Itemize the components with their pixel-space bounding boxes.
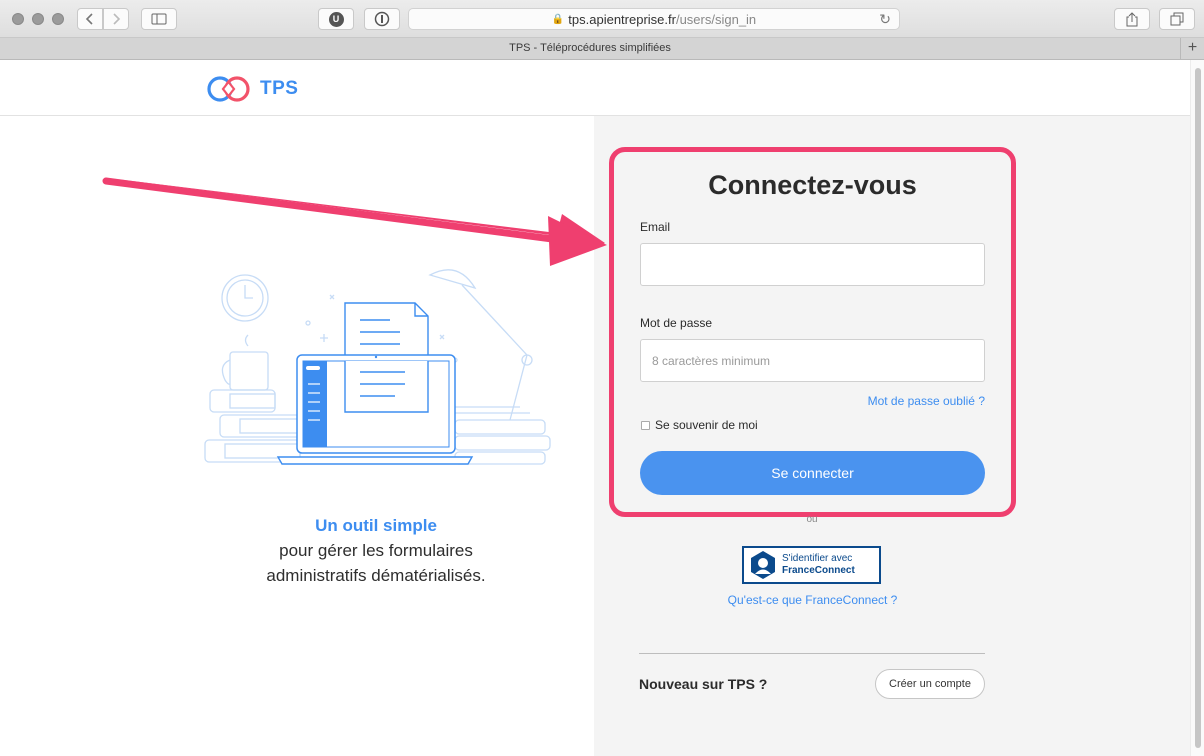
intro-tagline: Un outil simple pour gérer les formulair… — [176, 513, 576, 588]
new-tab-button[interactable]: + — [1180, 38, 1204, 60]
tabs-icon — [1170, 12, 1184, 26]
franceconnect-text: S'identifier avec FranceConnect — [782, 553, 855, 577]
address-bar[interactable]: 🔒 tps.apientreprise.fr/users/sign_in ↻ — [408, 8, 900, 30]
back-button[interactable] — [77, 8, 103, 30]
tabs-overview-button[interactable] — [1159, 8, 1195, 30]
remember-me-checkbox[interactable] — [641, 420, 650, 430]
close-window-button[interactable] — [12, 13, 24, 25]
zoom-window-button[interactable] — [52, 13, 64, 25]
sidebar-toggle-button[interactable] — [141, 8, 177, 30]
new-user-prompt: Nouveau sur TPS ? — [639, 676, 768, 692]
franceconnect-line2: FranceConnect — [782, 565, 855, 576]
logo-text: TPS — [260, 78, 299, 99]
url-path: /users/sign_in — [675, 11, 757, 27]
page-scrollbar[interactable] — [1190, 60, 1204, 756]
share-icon — [1126, 11, 1138, 26]
tab-bar: TPS - Téléprocédures simplifiées + — [0, 38, 1204, 60]
divider — [639, 653, 985, 654]
extension-button[interactable]: U — [318, 8, 354, 30]
password-manager-icon — [374, 11, 390, 27]
forgot-password-link[interactable]: Mot de passe oublié ? — [868, 394, 985, 408]
email-field[interactable] — [640, 243, 985, 286]
password-label: Mot de passe — [640, 316, 713, 330]
tagline-line2: pour gérer les formulaires — [279, 541, 473, 560]
sign-in-button[interactable]: Se connecter — [640, 451, 985, 495]
remember-me[interactable]: Se souvenir de moi — [641, 418, 758, 432]
tagline-accent: Un outil simple — [315, 516, 437, 535]
tps-logo[interactable]: TPS — [206, 74, 298, 104]
site-header: TPS — [0, 60, 1190, 116]
tagline-line3: administratifs dématérialisés. — [266, 566, 486, 585]
reload-icon[interactable]: ↻ — [879, 11, 891, 28]
create-account-button[interactable]: Créer un compte — [875, 669, 985, 699]
tps-logo-icon — [207, 76, 250, 102]
desk-illustration — [204, 269, 551, 465]
minimize-window-button[interactable] — [32, 13, 44, 25]
forward-button[interactable] — [103, 8, 129, 30]
franceconnect-info-link[interactable]: Qu'est-ce que FranceConnect ? — [700, 593, 925, 607]
tab-active[interactable]: TPS - Téléprocédures simplifiées — [0, 42, 1180, 54]
chevron-right-icon — [113, 13, 121, 25]
illustration — [200, 260, 560, 480]
lock-icon: 🔒 — [551, 13, 565, 25]
remember-me-label: Se souvenir de moi — [655, 418, 758, 432]
login-card: Connectez-vous Email Mot de passe Mot de… — [609, 147, 1016, 517]
share-button[interactable] — [1114, 8, 1150, 30]
sidebar-icon — [151, 13, 167, 25]
or-separator: ou — [806, 514, 818, 525]
password-manager-button[interactable] — [364, 8, 400, 30]
password-field[interactable] — [640, 339, 985, 382]
franceconnect-line1: S'identifier avec — [782, 553, 853, 564]
chevron-left-icon — [85, 13, 93, 25]
scrollbar-thumb[interactable] — [1195, 68, 1201, 748]
login-title: Connectez-vous — [708, 170, 917, 200]
franceconnect-icon — [751, 551, 775, 579]
franceconnect-button[interactable]: S'identifier avec FranceConnect — [742, 546, 881, 584]
url-host: tps.apientreprise.fr — [568, 11, 676, 27]
email-label: Email — [640, 220, 671, 234]
ublock-icon: U — [328, 11, 344, 27]
browser-toolbar: U 🔒 tps.apientreprise.fr/users/sign_in ↻ — [0, 0, 1204, 38]
